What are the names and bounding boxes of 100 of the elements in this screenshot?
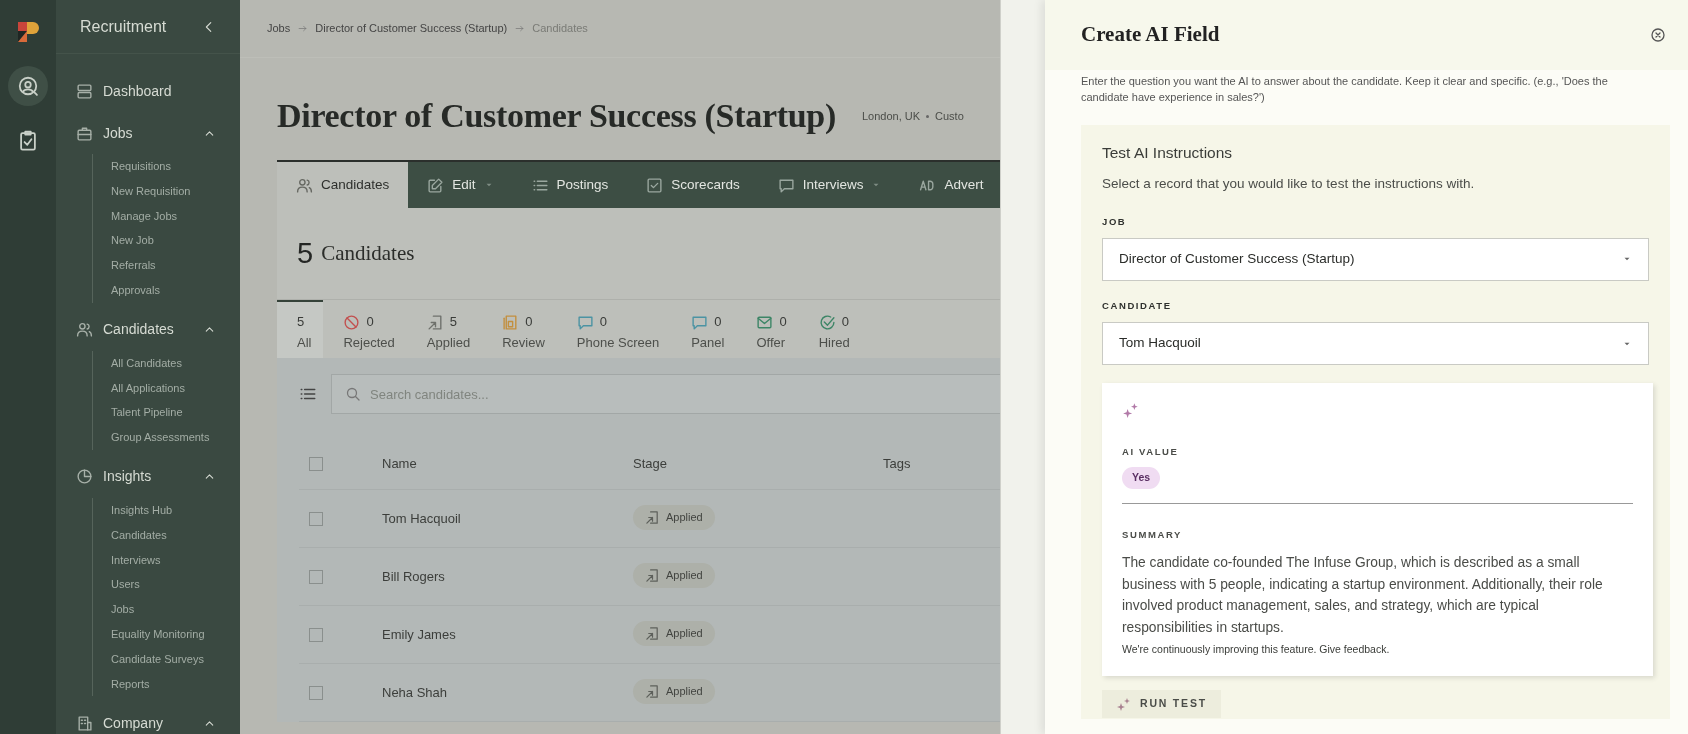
field-label: SUMMARY	[1122, 528, 1183, 542]
stage-filter[interactable]: 0 Panel	[691, 300, 725, 358]
row-checkbox[interactable]	[309, 511, 323, 526]
stage-filter[interactable]: 0 Offer	[756, 300, 787, 358]
tab[interactable]: Advert	[900, 162, 1000, 208]
dashboard-icon	[76, 82, 93, 100]
sidebar-item[interactable]: Users	[93, 572, 240, 598]
feedback-note: We're continuously improving this feature.	[1122, 643, 1317, 656]
sidebar-item[interactable]: Talent Pipeline	[93, 400, 240, 426]
building-icon	[76, 714, 93, 732]
select-field[interactable]: Director of Customer Success (Startup)	[1102, 237, 1649, 281]
candidate-link[interactable]: Bill Rogers	[382, 568, 445, 584]
stage-filter[interactable]: 0 Hired	[818, 300, 850, 358]
summary-text: The candidate co-founded The Infuse Group, which is described as a small business with 5 people, indicating a startup environment. Additionally, their role involved product management, sales, and strategy, which are typical responsibilities in startups.	[1122, 554, 1604, 637]
sidebar-title: Recruitment	[80, 16, 167, 37]
stage-filter[interactable]: 0 Review	[502, 300, 545, 358]
select-field[interactable]: Tom Hacquoil	[1102, 322, 1649, 365]
people-icon	[296, 176, 313, 194]
search-field[interactable]: Search candidates...	[331, 374, 1000, 414]
sidebar-item[interactable]: Interviews	[93, 547, 240, 573]
feedback-link[interactable]: Give feedback.	[1319, 643, 1390, 656]
stage-filter[interactable]: 5 All	[277, 300, 324, 358]
row-checkbox[interactable]	[309, 685, 323, 700]
arrow-in-box-icon	[645, 509, 660, 525]
job-location: London, UK	[861, 108, 921, 124]
sidebar-item[interactable]: New Requisition	[93, 178, 240, 204]
stage-tag: Applied	[633, 621, 715, 646]
run-test-button[interactable]: RUN TEST	[1102, 690, 1221, 718]
panel-subtitle: Select a record that you would like to test the instructions with.	[1102, 175, 1476, 194]
stage-filter[interactable]: 5 Applied	[426, 300, 471, 358]
people-icon	[76, 321, 93, 339]
breadcrumb-link[interactable]: Jobs	[267, 20, 291, 37]
search-person-icon	[17, 75, 39, 97]
sidebar-item[interactable]: New Job	[93, 228, 240, 254]
count-label: Candidates	[321, 239, 415, 267]
clipboard-icon	[17, 129, 39, 151]
briefcase-icon	[76, 124, 93, 142]
arrow-in-box-icon	[645, 567, 660, 583]
close-icon	[1650, 27, 1666, 43]
field-label: AI VALUE	[1122, 445, 1180, 459]
arrow-in-box-icon	[645, 683, 660, 699]
sidebar-item[interactable]: Candidate Surveys	[93, 646, 240, 672]
sidebar-item[interactable]: Candidates	[93, 522, 240, 548]
stage-filter[interactable]: 0 Rejected	[343, 300, 395, 358]
tab[interactable]: Edit	[408, 162, 513, 208]
candidate-link[interactable]: Emily James	[382, 626, 456, 642]
candidate-count: 5	[297, 235, 314, 271]
arrow-right-icon	[515, 24, 525, 33]
tab[interactable]: Postings	[512, 162, 628, 208]
row-checkbox[interactable]	[309, 569, 323, 584]
column-header: Stage	[633, 454, 668, 473]
column-header: Tags	[883, 454, 911, 473]
sidebar-section[interactable]: Dashboard	[56, 70, 240, 112]
sidebar-item[interactable]: Jobs	[93, 597, 240, 622]
sidebar-item[interactable]: Requisitions	[93, 154, 240, 179]
sidebar-item[interactable]: Manage Jobs	[93, 203, 240, 229]
stage-tag: Applied	[633, 505, 715, 530]
field-label: CANDIDATE	[1102, 298, 1173, 313]
sidebar-item[interactable]: Equality Monitoring	[93, 621, 240, 647]
sidebar-section[interactable]: Candidates	[56, 308, 240, 351]
select-all-checkbox[interactable]	[309, 456, 323, 471]
checkbox-icon	[646, 176, 664, 194]
candidate-link[interactable]: Neha Shah	[382, 684, 448, 700]
job-meta: Custo	[935, 108, 964, 124]
sidebar-item[interactable]: Reports	[93, 671, 240, 697]
sidebar-item[interactable]: Referrals	[93, 253, 240, 278]
rail-button[interactable]	[8, 66, 48, 106]
sidebar-item[interactable]: All Candidates	[93, 350, 240, 376]
sidebar-item[interactable]: Group Assessments	[93, 425, 240, 450]
sidebar-section[interactable]: Jobs	[56, 112, 240, 154]
column-header: Name	[382, 454, 418, 473]
sidebar-item[interactable]: Approvals	[93, 278, 240, 303]
sidebar-section[interactable]: Insights	[56, 455, 240, 498]
separator-dot	[926, 114, 930, 118]
row-checkbox[interactable]	[309, 627, 323, 642]
field-label: JOB	[1102, 214, 1128, 229]
stage-filter[interactable]: 0 Phone Screen	[576, 300, 660, 358]
panel-title: Test AI Instructions	[1102, 143, 1234, 163]
tab[interactable]: Candidates	[277, 162, 409, 208]
stage-tag: Applied	[633, 679, 715, 704]
breadcrumb-link[interactable]: Director of Customer Success (Startup)	[315, 20, 508, 37]
tab[interactable]: Interviews	[758, 162, 901, 208]
sparkle-icon	[1116, 696, 1132, 712]
value-tag: Yes	[1122, 467, 1161, 489]
close-button[interactable]	[1650, 27, 1666, 43]
candidate-link[interactable]: Tom Hacquoil	[382, 510, 461, 526]
sidebar-section[interactable]: Company	[56, 702, 240, 734]
arrow-right-icon	[298, 24, 308, 33]
drawer-title: Create AI Field	[1081, 22, 1220, 48]
sidebar-item[interactable]: All Applications	[93, 375, 240, 401]
sidebar-item[interactable]: Insights Hub	[93, 497, 240, 523]
logo-icon	[16, 20, 40, 44]
speech-bubble-icon	[777, 176, 795, 194]
tab[interactable]: Scorecards	[627, 162, 759, 208]
edit-icon	[427, 176, 445, 194]
description-text: Enter the question you want the AI to answer about the candidate. Keep it clear and specific. (e.g., 'Does the candidate have experience in sales?')	[1080, 74, 1609, 105]
arrow-in-box-icon	[645, 625, 660, 641]
job-title: Director of Customer Success (Startup)	[277, 95, 836, 136]
pie-chart-icon	[76, 468, 93, 486]
search-icon	[345, 386, 361, 402]
